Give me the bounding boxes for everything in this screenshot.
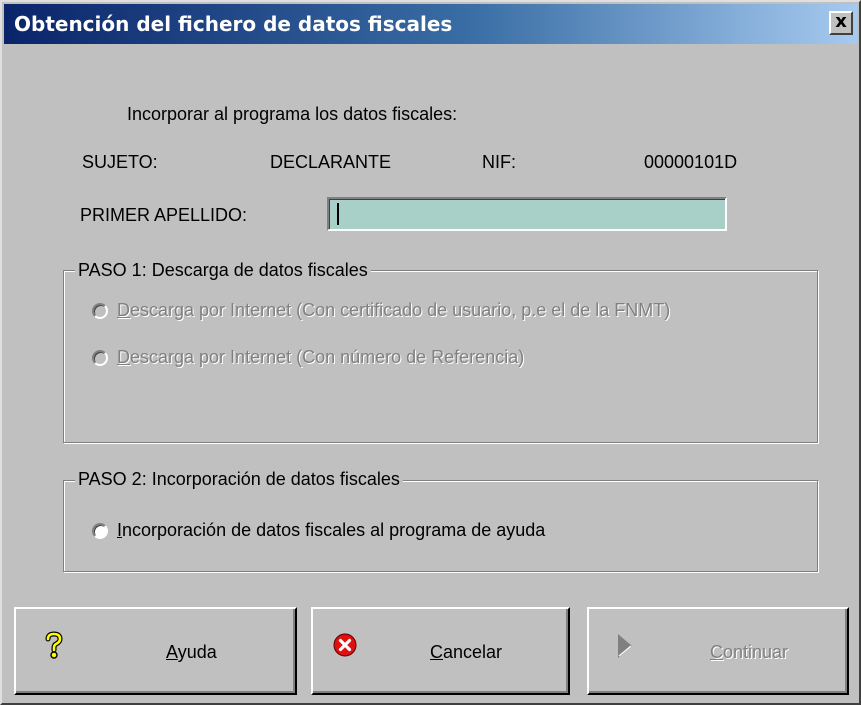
radio-label: Descarga por Internet (Con número de Ref…: [117, 347, 525, 367]
radio-button[interactable]: [92, 302, 108, 319]
radio-incorporacion[interactable]: Incorporación de datos fiscales al progr…: [92, 520, 545, 541]
radio-button[interactable]: [92, 349, 108, 366]
close-button[interactable]: x: [829, 11, 853, 35]
help-label: Ayuda: [166, 642, 217, 662]
title-bar[interactable]: Obtención del fichero de datos fiscales …: [4, 4, 857, 44]
radio-label: Incorporación de datos fiscales al progr…: [117, 520, 546, 540]
radio-descarga-referencia[interactable]: Descarga por Internet (Con número de Ref…: [92, 347, 524, 368]
question-mark-icon: [42, 631, 66, 664]
intro-text: Incorporar al programa los datos fiscale…: [127, 104, 458, 124]
paso1-legend: PASO 1: Descarga de datos fiscales: [75, 260, 371, 281]
sujeto-label: SUJETO:: [82, 152, 158, 172]
radio-descarga-certificado[interactable]: Descarga por Internet (Con certificado d…: [92, 300, 670, 321]
text-caret: [337, 203, 339, 225]
play-arrow-icon: [617, 633, 633, 664]
radio-button[interactable]: [92, 522, 108, 539]
radio-label: Descarga por Internet (Con certificado d…: [117, 300, 671, 320]
continue-button[interactable]: Continuar: [587, 607, 849, 695]
red-x-icon: [333, 633, 357, 662]
close-icon: x: [835, 11, 847, 32]
cancel-label: Cancelar: [430, 642, 503, 662]
window-title: Obtención del fichero de datos fiscales: [14, 12, 453, 36]
help-button[interactable]: Ayuda: [14, 607, 297, 695]
cancel-button[interactable]: Cancelar: [311, 607, 570, 695]
primer-apellido-input[interactable]: [327, 197, 727, 231]
continue-label: Continuar: [710, 642, 789, 662]
nif-value: 00000101D: [644, 152, 738, 172]
sujeto-value: DECLARANTE: [270, 152, 392, 172]
dialog-window: Obtención del fichero de datos fiscales …: [0, 0, 861, 705]
paso2-legend: PASO 2: Incorporación de datos fiscales: [75, 469, 403, 490]
nif-label: NIF:: [482, 152, 516, 172]
primer-apellido-label: PRIMER APELLIDO:: [80, 205, 248, 225]
